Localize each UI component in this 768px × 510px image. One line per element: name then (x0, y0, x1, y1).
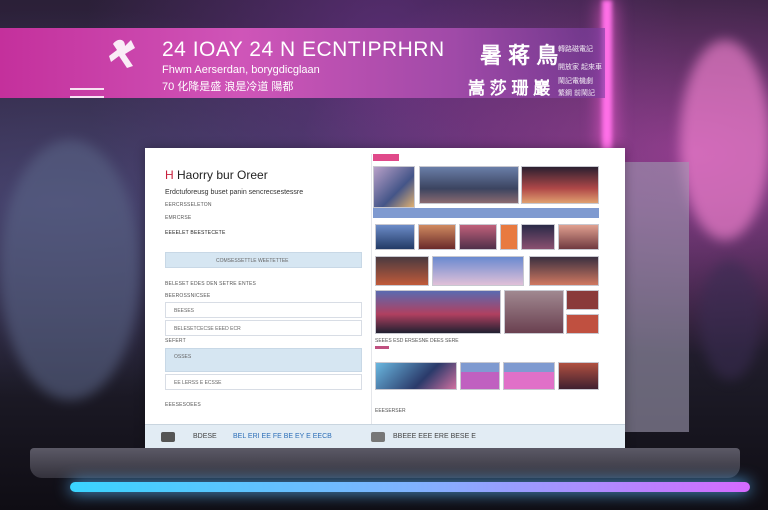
gallery-thumbnail[interactable] (504, 290, 564, 334)
gallery-thumbnail[interactable] (419, 166, 519, 204)
bokeh-right (680, 40, 768, 240)
banner-cjk-subheading: 嵩 莎 珊 巖 (468, 79, 551, 98)
panel-divider (371, 154, 372, 426)
gallery-band (373, 208, 599, 218)
form-label: BELESET EDES DEN SETRE ENTES (165, 281, 257, 287)
gallery-thumbnail[interactable] (460, 362, 500, 390)
promo-banner: 24 IOAY 24 N ECNTIPRHRN Fhwm Aerserdan, … (0, 28, 605, 98)
gallery-tag (373, 154, 399, 161)
text-input[interactable]: BELESETCECSE EEED ECR (165, 320, 362, 336)
form-label: EMRCRSE (165, 215, 192, 221)
ribbon-logo-icon (109, 39, 135, 68)
footer-link[interactable]: BEL ERI EE FE BE EY E EECB (233, 433, 332, 440)
menu-icon[interactable] (70, 88, 104, 102)
footer-item[interactable]: BDESE (193, 433, 217, 440)
gallery-thumbnail[interactable] (373, 166, 415, 208)
form-label: EERCRSSELETON (165, 202, 212, 208)
gallery-caption: SEEES ESD ERSESNE DEES SERE (375, 338, 459, 344)
footer-item[interactable]: BBEEE EEE ERE BESE E (393, 433, 476, 440)
gallery-thumbnail[interactable] (521, 224, 555, 250)
gallery-thumbnail[interactable] (529, 256, 599, 286)
textarea-input[interactable]: OSSES (165, 348, 362, 372)
gallery-thumbnail[interactable] (375, 256, 429, 286)
order-form-window: H Haorry bur Oreer Erdctuforeusg buset p… (145, 148, 625, 452)
gallery-thumbnail[interactable] (558, 362, 599, 390)
gallery-thumbnail[interactable] (521, 166, 599, 204)
form-description: Erdctuforeusg buset panin sencrecsestess… (165, 189, 304, 196)
gallery-thumbnail[interactable] (500, 224, 518, 250)
primary-action-field[interactable]: COMSESSETTLE WEETETTEE (165, 252, 362, 268)
gallery-thumbnail[interactable] (375, 362, 457, 390)
banner-side-label: 開放家 起來車 (558, 64, 602, 71)
scene: 24 IOAY 24 N ECNTIPRHRN Fhwm Aerserdan, … (0, 0, 768, 510)
gallery-thumbnail[interactable] (503, 362, 555, 390)
banner-subtitle-2: 70 化降是盛 浪是冷道 陽都 (162, 81, 294, 93)
form-title-accent: H (165, 168, 174, 182)
laptop-lid-edge (625, 162, 689, 432)
banner-side-label: 轉路磁電記 (558, 46, 593, 53)
gallery-thumbnail[interactable] (566, 290, 599, 310)
gallery-caption: EEESERSER (375, 408, 406, 414)
bokeh-dark (700, 260, 760, 380)
gallery-thumbnail[interactable] (375, 290, 501, 334)
gallery-thumbnail[interactable] (459, 224, 497, 250)
banner-side-label: 繁鋼 前鬧記 (558, 90, 595, 97)
gallery-thumbnail[interactable] (418, 224, 456, 250)
banner-cjk-heading: 暑 蒋 鳥 (480, 43, 559, 68)
form-label: EEESESOEES (165, 402, 201, 408)
form-title: H Haorry bur Oreer (165, 168, 268, 182)
form-title-text: Haorry bur Oreer (177, 168, 268, 182)
secondary-action-field[interactable]: EE LERSS E ECSSE (165, 374, 362, 390)
form-label: EEEELET BEESTECETE (165, 230, 226, 236)
text-input[interactable]: BEESES (165, 302, 362, 318)
gallery-thumbnail[interactable] (558, 224, 599, 250)
banner-side-label: 鬧記電機劇 (558, 78, 593, 85)
gallery-thumbnail[interactable] (375, 224, 415, 250)
keyboard-icon[interactable] (161, 432, 175, 442)
device-icon[interactable] (371, 432, 385, 442)
laptop-base (30, 448, 740, 478)
gallery-thumbnail[interactable] (566, 314, 599, 334)
bokeh-left (0, 140, 140, 400)
banner-title: 24 IOAY 24 N ECNTIPRHRN (162, 38, 445, 61)
gallery-thumbnail[interactable] (432, 256, 524, 286)
form-label: BEEROSSNICSEE (165, 293, 211, 299)
form-label: SEFERT (165, 338, 186, 344)
neon-underglow (70, 482, 750, 492)
gallery-band (375, 346, 389, 349)
banner-subtitle-1: Fhwm Aerserdan, borygdicglaan (162, 64, 320, 76)
